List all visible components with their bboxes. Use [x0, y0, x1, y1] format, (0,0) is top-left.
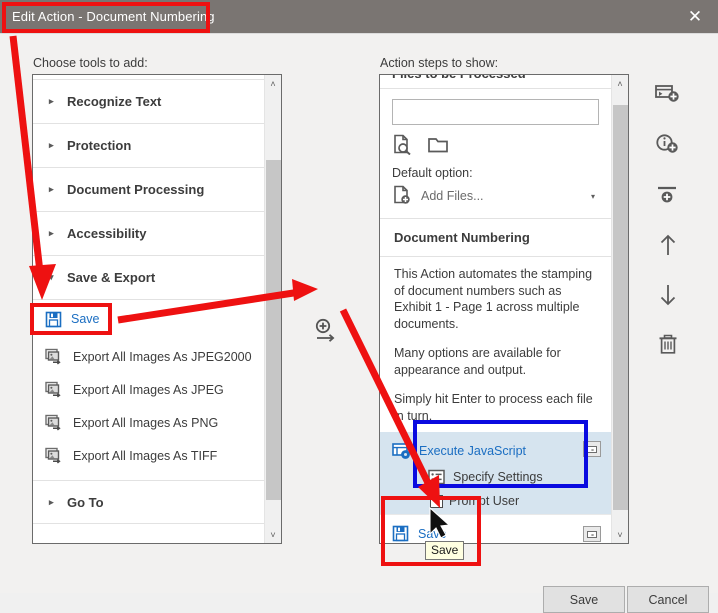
- delete-button[interactable]: [640, 324, 696, 366]
- save-button[interactable]: Save: [543, 586, 625, 613]
- folder-icon[interactable]: [427, 134, 449, 158]
- cancel-button[interactable]: Cancel: [627, 586, 709, 613]
- chevron-right-icon: ▸: [49, 228, 54, 238]
- close-icon[interactable]: ✕: [672, 0, 718, 33]
- category-row-accessibility[interactable]: ▸ Accessibility: [33, 212, 264, 256]
- category-label: Save & Export: [67, 270, 156, 285]
- scroll-down-icon[interactable]: ˅: [265, 526, 281, 543]
- file-icon-row: [392, 134, 599, 158]
- tool-item-export-jpeg2000[interactable]: Export All Images As JPEG2000: [33, 340, 264, 373]
- chevron-right-icon: ▸: [49, 496, 54, 507]
- move-up-button[interactable]: [640, 224, 696, 266]
- action-description: This Action automates the stamping of do…: [380, 256, 611, 432]
- chevron-down-icon: ▾: [49, 272, 54, 282]
- tool-item-export-tiff[interactable]: Export All Images As TIFF: [33, 439, 264, 472]
- category-row-protection[interactable]: ▸ Protection: [33, 124, 264, 168]
- export-images-icon: [45, 348, 64, 365]
- file-search-icon[interactable]: [392, 134, 414, 158]
- add-divider-button[interactable]: [640, 174, 696, 216]
- options-glyph-icon: oo: [587, 445, 597, 453]
- files-input[interactable]: [392, 99, 599, 125]
- tool-label: Export All Images As JPEG: [73, 382, 224, 397]
- add-divider-icon: [658, 186, 676, 203]
- category-label: Document Processing: [67, 182, 205, 197]
- scroll-up-icon[interactable]: ˄: [612, 75, 628, 92]
- move-down-arrow-icon: [660, 285, 676, 306]
- tool-item-export-jpeg[interactable]: Export All Images As JPEG: [33, 373, 264, 406]
- scrollbar-thumb[interactable]: [613, 105, 628, 510]
- scrollbar-thumb[interactable]: [266, 160, 281, 500]
- annotation-box-right-save: [381, 496, 481, 566]
- annotation-box-title: [2, 2, 210, 33]
- add-step-button[interactable]: [313, 317, 343, 345]
- category-row-go-to[interactable]: ▸ Go To: [33, 480, 264, 524]
- default-option-label: Default option:: [392, 166, 473, 180]
- category-label: Go To: [67, 494, 104, 510]
- export-images-icon: [45, 414, 64, 431]
- clipped-section-header: Files to be Processed: [380, 75, 611, 88]
- tool-label: Export All Images As JPEG2000: [73, 349, 252, 364]
- category-row-recognize-text[interactable]: ▸ Recognize Text: [33, 80, 264, 124]
- action-title: Document Numbering: [380, 218, 611, 256]
- move-up-arrow-icon: [660, 234, 676, 255]
- move-down-button[interactable]: [640, 274, 696, 316]
- description-paragraph: This Action automates the stamping of do…: [394, 267, 593, 331]
- execute-javascript-icon: [392, 442, 411, 460]
- annotation-box-left-save: [30, 303, 112, 335]
- chevron-right-icon: ▸: [49, 140, 54, 150]
- scroll-down-icon[interactable]: ˅: [612, 526, 628, 543]
- category-label: Protection: [67, 138, 132, 153]
- default-option-dropdown[interactable]: Add Files... ▾: [392, 184, 599, 208]
- action-steps-label: Action steps to show:: [380, 56, 499, 70]
- add-instruction-icon: [656, 134, 678, 153]
- options-glyph-icon: oo: [587, 530, 597, 538]
- add-panel-icon: [655, 85, 679, 102]
- category-row-document-processing[interactable]: ▸ Document Processing: [33, 168, 264, 212]
- choose-tools-label: Choose tools to add:: [33, 56, 148, 70]
- annotation-box-execute-javascript: [413, 420, 588, 488]
- files-block: Default option: Add Files... ▾: [380, 88, 611, 218]
- chevron-right-icon: ▸: [49, 184, 54, 194]
- add-panel-button[interactable]: [640, 74, 696, 116]
- steps-scrollbar[interactable]: ˄ ˅: [611, 75, 628, 543]
- add-instruction-button[interactable]: [640, 124, 696, 166]
- export-images-icon: [45, 381, 64, 398]
- chevron-right-icon: ▸: [49, 96, 54, 106]
- trash-icon: [659, 334, 677, 354]
- tools-scrollbar[interactable]: ˄ ˅: [264, 75, 281, 543]
- scroll-up-icon[interactable]: ˄: [265, 75, 281, 92]
- category-label: Accessibility: [67, 226, 147, 241]
- add-step-arrow-icon: [315, 318, 335, 342]
- tool-item-export-png[interactable]: Export All Images As PNG: [33, 406, 264, 439]
- description-paragraph: Many options are available for appearanc…: [394, 346, 561, 377]
- tool-label: Export All Images As TIFF: [73, 448, 218, 463]
- default-option-value: Add Files...: [421, 189, 484, 203]
- step-options-button[interactable]: oo: [583, 526, 601, 542]
- chevron-down-icon[interactable]: ▾: [591, 192, 595, 201]
- tool-label: Export All Images As PNG: [73, 415, 219, 430]
- export-images-icon: [45, 447, 64, 464]
- category-label: Recognize Text: [67, 94, 162, 109]
- add-file-icon: [392, 185, 412, 208]
- category-row-save-and-export[interactable]: ▾ Save & Export: [33, 256, 264, 300]
